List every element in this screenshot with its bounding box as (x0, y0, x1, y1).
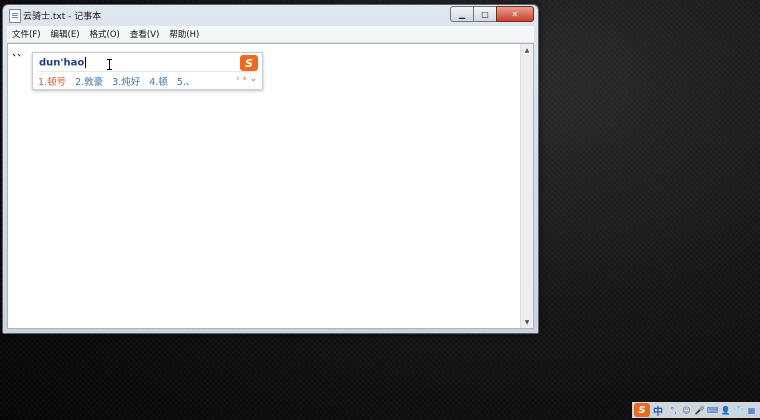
close-button[interactable]: ✕ (496, 6, 534, 22)
ime-pagination: ‹ › ⌄ (233, 74, 257, 84)
skin-icon[interactable]: 👕 (734, 405, 744, 415)
sogou-tray-logo-icon[interactable]: S (634, 403, 650, 417)
ime-prev-page-icon[interactable]: ‹ (236, 74, 240, 84)
ime-status-bar: S 中 °, ☺ 🎤 ⌨ 👤 👕 ▦ (632, 402, 760, 418)
menu-file[interactable]: 文件(F) (7, 28, 46, 40)
ime-candidate-5[interactable]: 5.、 (177, 74, 196, 88)
ime-candidate-list: 1.顿号 2.敦豪 3.炖好 4.顿 5.、 (38, 74, 204, 88)
editor-content: 、、 (12, 48, 27, 59)
ime-candidate-3[interactable]: 3.炖好 (112, 74, 140, 88)
menu-bar: 文件(F) 编辑(E) 格式(O) 查看(V) 帮助(H) (7, 26, 534, 43)
menu-format[interactable]: 格式(O) (85, 28, 125, 40)
ime-composition-text: dun'hao (39, 57, 85, 69)
window-title: 云骑士.txt - 记事本 (23, 12, 102, 22)
ime-expand-icon[interactable]: ⌄ (249, 74, 257, 84)
ibeam-cursor-icon (107, 59, 113, 70)
title-bar[interactable]: 云骑士.txt - 记事本 ▁ □ ✕ (3, 5, 538, 25)
menu-edit[interactable]: 编辑(E) (46, 28, 85, 40)
voice-input-icon[interactable]: 🎤 (695, 405, 705, 415)
soft-keyboard-icon[interactable]: ⌨ (707, 405, 719, 415)
ime-composition: dun'hao (39, 57, 87, 69)
vertical-scrollbar[interactable]: ▲ ▼ (520, 44, 533, 328)
maximize-button[interactable]: □ (473, 6, 497, 22)
ime-divider (37, 71, 258, 72)
text-caret (85, 57, 87, 68)
toolbox-icon[interactable]: ▦ (747, 405, 757, 415)
scroll-down-arrow-icon[interactable]: ▼ (521, 316, 533, 328)
minimize-button[interactable]: ▁ (450, 6, 474, 22)
sogou-logo-icon[interactable]: S (240, 55, 258, 71)
scroll-up-arrow-icon[interactable]: ▲ (521, 44, 533, 56)
user-account-icon[interactable]: 👤 (721, 405, 731, 415)
ime-candidate-4[interactable]: 4.顿 (149, 74, 168, 88)
emoji-icon[interactable]: ☺ (682, 405, 692, 415)
ime-next-page-icon[interactable]: › (243, 74, 247, 84)
input-mode-toggle[interactable]: 中 (653, 403, 663, 418)
ime-candidate-2[interactable]: 2.敦豪 (75, 74, 103, 88)
window-controls: ▁ □ ✕ (450, 6, 534, 22)
notepad-icon (9, 9, 21, 23)
punctuation-icon[interactable]: °, (669, 405, 679, 415)
menu-view[interactable]: 查看(V) (125, 28, 164, 40)
ime-candidate-window: dun'hao S 1.顿号 2.敦豪 3.炖好 4.顿 5.、 ‹ › ⌄ (32, 52, 263, 90)
menu-help[interactable]: 帮助(H) (164, 28, 204, 40)
ime-candidate-1[interactable]: 1.顿号 (38, 74, 66, 88)
